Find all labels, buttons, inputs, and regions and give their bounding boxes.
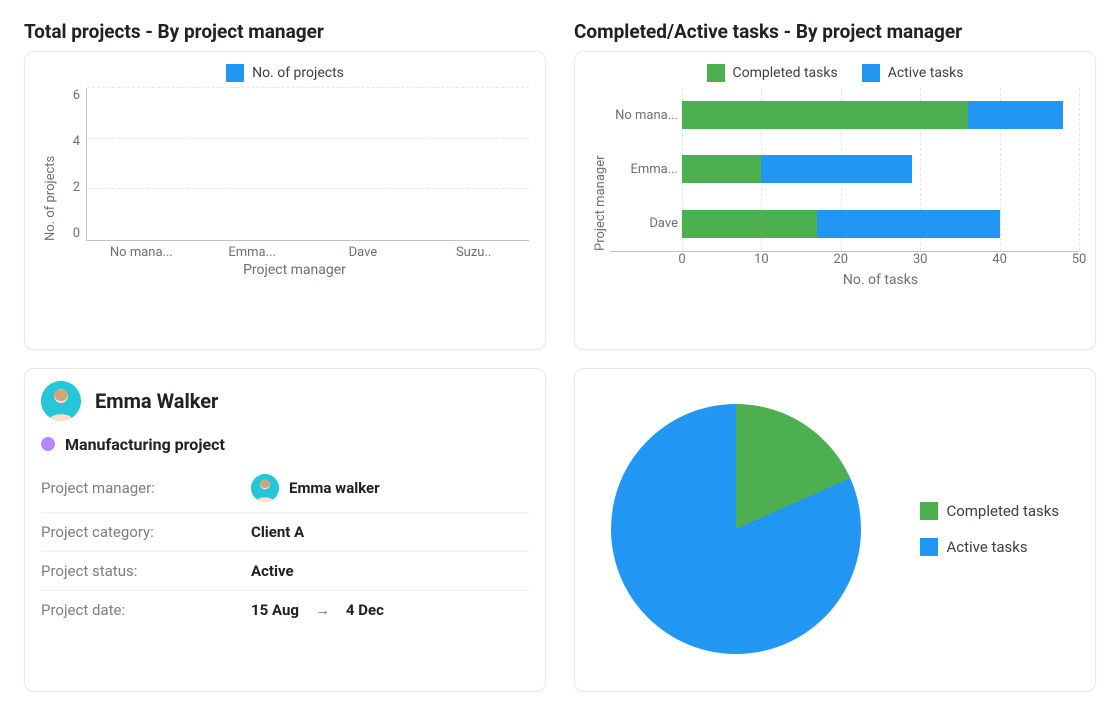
vertical-bar-chart: No. of projects 6420 No mana...Emma...Da…: [41, 88, 529, 278]
y-axis-ticks: 6420: [60, 88, 86, 241]
bar-plot-area: No mana... Emma... Dave: [610, 88, 1079, 252]
chart-card-total-projects: No. of projects No. of projects 6420 No …: [24, 51, 546, 350]
detail-label: Project date:: [41, 601, 251, 619]
x-axis-label: No. of tasks: [682, 272, 1079, 288]
legend-item: Completed tasks: [920, 502, 1059, 520]
detail-value: Active: [251, 562, 294, 580]
panel-title: Completed/Active tasks - By project mana…: [574, 20, 1096, 43]
chart-legend: No. of projects: [41, 64, 529, 82]
panel-total-projects: Total projects - By project manager No. …: [24, 20, 546, 350]
detail-label: Project category:: [41, 523, 251, 541]
status-dot-icon: [41, 437, 55, 451]
legend-item: Active tasks: [862, 64, 964, 82]
detail-row-category: Project category: Client A: [41, 513, 529, 552]
detail-row-status: Project status: Active: [41, 552, 529, 591]
legend-label: No. of projects: [252, 65, 344, 81]
legend-swatch: [920, 502, 938, 520]
detail-value: Emma walker: [251, 474, 380, 502]
chart-card-completed-active: Completed tasks Active tasks Project man…: [574, 51, 1096, 350]
legend-item: No. of projects: [226, 64, 344, 82]
detail-row-date: Project date: 15 Aug → 4 Dec: [41, 591, 529, 629]
x-axis-label: Project manager: [60, 262, 529, 278]
x-axis-ticks: No mana...Emma...DaveSuzu..: [86, 241, 529, 260]
horizontal-bar-chart: Project manager No mana... Emma... Dave 01…: [591, 88, 1079, 288]
legend-label: Completed tasks: [733, 65, 838, 81]
chart-card-pie: Completed tasks Active tasks: [574, 368, 1096, 693]
panel-project-details: Emma Walker Manufacturing project Projec…: [24, 368, 546, 693]
legend-item: Active tasks: [920, 538, 1059, 556]
detail-label: Project status:: [41, 562, 251, 580]
chart-legend: Completed tasks Active tasks: [591, 64, 1079, 82]
legend-swatch: [862, 64, 880, 82]
project-title: Manufacturing project: [65, 435, 225, 454]
panel-completed-active: Completed/Active tasks - By project mana…: [574, 20, 1096, 350]
y-axis-label: Project manager: [591, 88, 610, 288]
legend-label: Completed tasks: [946, 502, 1059, 520]
detail-value: 15 Aug → 4 Dec: [251, 601, 384, 619]
bar-row: Emma...: [682, 155, 1079, 183]
y-axis-label: No. of projects: [41, 88, 60, 278]
pie-legend: Completed tasks Active tasks: [920, 502, 1059, 556]
pie-plot: [611, 404, 861, 654]
project-title-row: Manufacturing project: [41, 435, 529, 454]
detail-row-pm: Project manager: Emma walker: [41, 464, 529, 513]
date-from: 15 Aug: [251, 601, 299, 619]
project-details-card: Emma Walker Manufacturing project Projec…: [24, 368, 546, 693]
legend-item: Completed tasks: [707, 64, 838, 82]
detail-value: Client A: [251, 523, 304, 541]
x-axis-ticks: 01020304050: [682, 252, 1079, 270]
legend-swatch: [226, 64, 244, 82]
avatar: [41, 381, 81, 421]
bar-plot-area: [86, 88, 529, 241]
avatar: [251, 474, 279, 502]
date-to: 4 Dec: [346, 601, 384, 619]
legend-swatch: [707, 64, 725, 82]
profile-header: Emma Walker: [41, 381, 529, 421]
legend-label: Active tasks: [946, 538, 1027, 556]
legend-swatch: [920, 538, 938, 556]
panel-tasks-pie: Completed tasks Active tasks: [574, 368, 1096, 693]
bar-row: No mana...: [682, 101, 1079, 129]
bar-row: Dave: [682, 210, 1079, 238]
detail-label: Project manager:: [41, 479, 251, 497]
legend-label: Active tasks: [888, 65, 964, 81]
arrow-right-icon: →: [315, 601, 330, 619]
profile-name: Emma Walker: [95, 389, 218, 413]
panel-title: Total projects - By project manager: [24, 20, 546, 43]
pm-name: Emma walker: [289, 479, 380, 497]
pie-chart: Completed tasks Active tasks: [591, 381, 1079, 678]
